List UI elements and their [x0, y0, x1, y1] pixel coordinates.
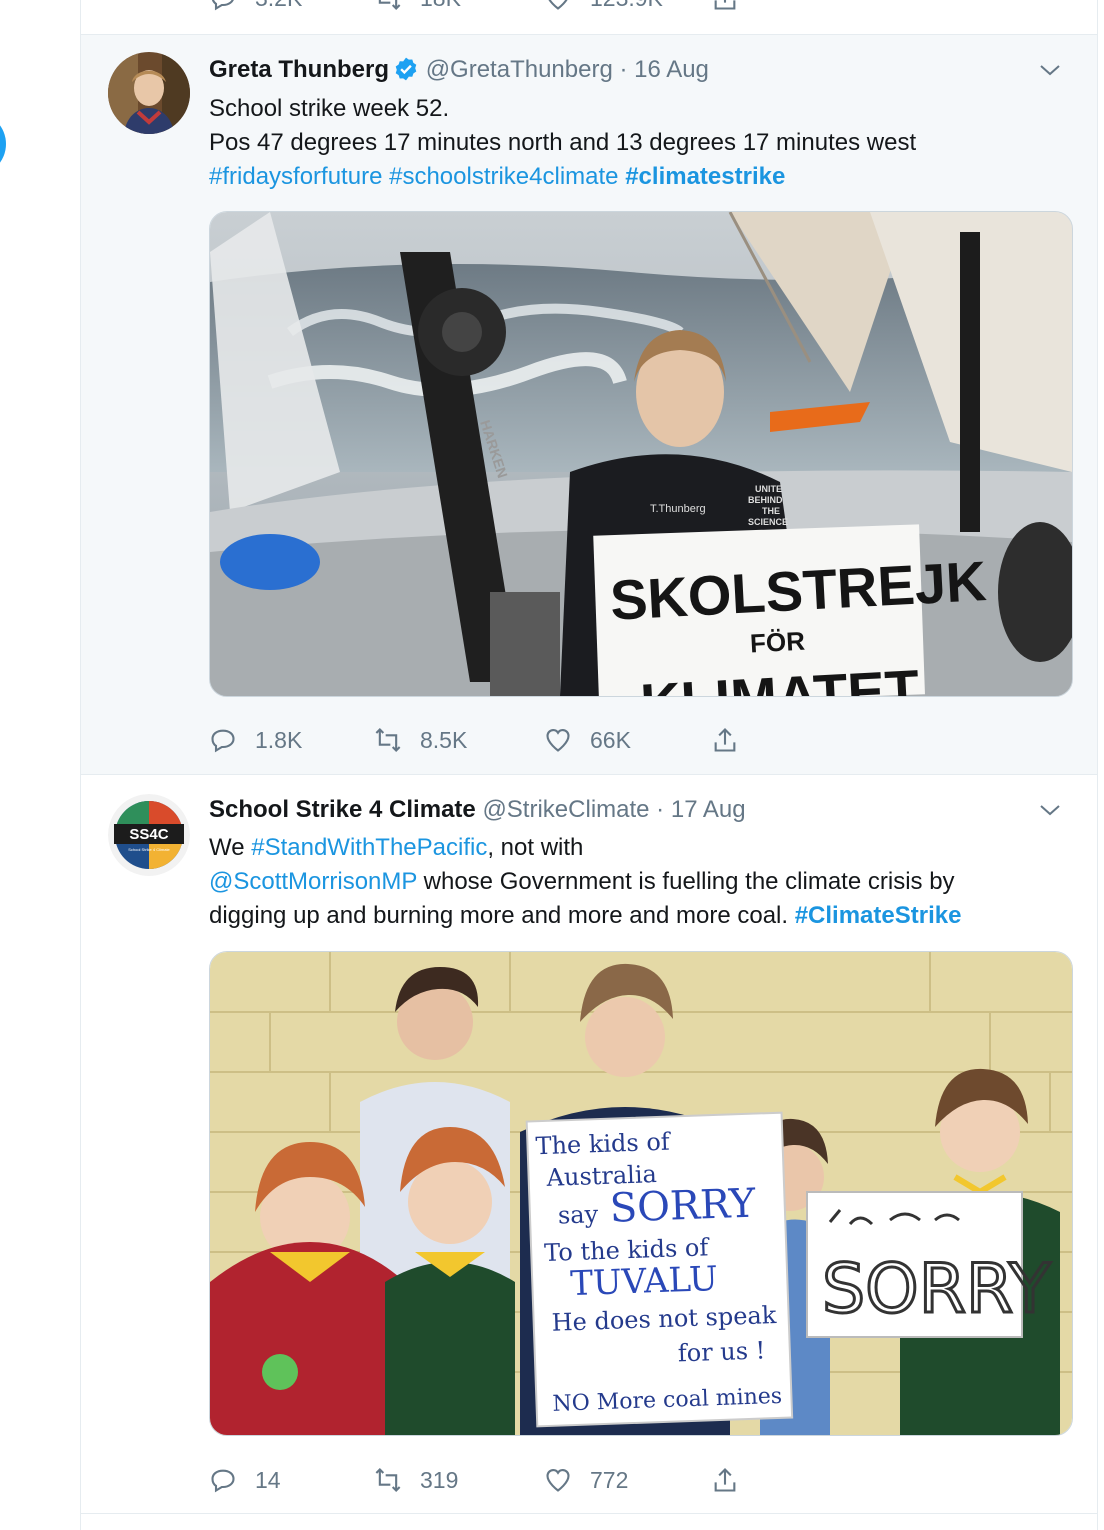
jacket-name-text: T.Thunberg	[650, 503, 706, 515]
tweet-text-line-1: School strike week 52.	[209, 95, 450, 122]
avatar-ss4c[interactable]: SS4C School Strike 4 Climate	[108, 794, 190, 876]
sign1-line-1: The kids of	[535, 1128, 672, 1161]
hashtag-climatestrike[interactable]: #climatestrike	[625, 163, 785, 190]
reply-button[interactable]: 14	[209, 1460, 281, 1500]
reply-button[interactable]: 3.2K	[209, 0, 302, 18]
hashtag-schoolstrike4climate[interactable]: #schoolstrike4climate	[389, 163, 618, 190]
previous-tweet-action-bar: 3.2K 18K 123.9K	[209, 0, 769, 18]
avatar-logo-text: SS4C	[129, 826, 168, 843]
text-rest-1: whose Government is fuelling the climate…	[416, 868, 955, 895]
kids-photo: The kids of Australia say SORRY To the k…	[210, 952, 1072, 1435]
handle[interactable]: @StrikeClimate	[482, 796, 649, 823]
tweet-header: School Strike 4 Climate @StrikeClimate ·…	[209, 796, 1077, 826]
reply-count: 3.2K	[255, 0, 302, 12]
share-icon	[714, 0, 736, 10]
retweet-button[interactable]: 8.5K	[374, 720, 467, 760]
previous-tweet-actions: 3.2K 18K 123.9K	[81, 0, 1097, 35]
separator-dot: ·	[656, 796, 665, 823]
avatar-greta-image	[108, 52, 190, 134]
reply-icon	[211, 729, 235, 753]
tweet-photo-kids[interactable]: The kids of Australia say SORRY To the k…	[209, 951, 1073, 1436]
display-name[interactable]: School Strike 4 Climate	[209, 796, 476, 823]
like-button[interactable]: 772	[544, 1460, 628, 1500]
like-icon	[546, 1469, 570, 1492]
avatar-logo-subtext: School Strike 4 Climate	[128, 847, 170, 852]
share-button[interactable]	[711, 720, 757, 760]
chevron-down-icon[interactable]	[1039, 803, 1061, 817]
tweet-date[interactable]: 17 Aug	[671, 796, 746, 823]
sign2-text: SORRY	[822, 1250, 1051, 1329]
retweet-button[interactable]: 319	[374, 1460, 458, 1500]
hashtag-line: #fridaysforfuture #schoolstrike4climate …	[209, 160, 1069, 194]
like-count: 66K	[590, 726, 631, 753]
jacket-slogan-3: THE	[762, 506, 780, 516]
timeline: 3.2K 18K 123.9K	[80, 0, 1098, 1530]
sign-line-2: FÖR	[749, 626, 806, 659]
share-icon	[714, 728, 736, 752]
tweet-ss4c[interactable]: SS4C School Strike 4 Climate School Stri…	[81, 775, 1097, 1514]
retweet-icon	[378, 0, 401, 10]
chevron-down-icon[interactable]	[1039, 63, 1061, 77]
share-button[interactable]	[711, 1460, 757, 1500]
reply-count: 1.8K	[255, 726, 303, 753]
tweet-date[interactable]: 16 Aug	[634, 56, 709, 83]
reply-icon	[211, 0, 234, 11]
text-not-with: , not with	[487, 834, 584, 861]
reply-button[interactable]: 1.8K	[209, 720, 302, 760]
tweet-text: We #StandWithThePacific, not with @Scott…	[209, 831, 1069, 933]
handle[interactable]: @GretaThunberg	[426, 56, 613, 83]
retweet-icon	[375, 728, 401, 752]
like-button[interactable]: 123.9K	[544, 0, 663, 18]
reply-icon	[211, 1469, 235, 1493]
sign1-line-8: for us !	[677, 1336, 765, 1367]
text-we: We	[209, 834, 252, 861]
retweet-count: 8.5K	[420, 726, 468, 753]
sign1-line-3: say	[557, 1200, 599, 1229]
retweet-button[interactable]: 18K	[374, 0, 461, 18]
like-icon	[546, 729, 570, 752]
retweet-count: 18K	[420, 0, 461, 12]
mention-scottmorrisonmp[interactable]: @ScottMorrisonMP	[209, 868, 417, 895]
like-count: 772	[590, 1466, 629, 1493]
tweet-photo-boat[interactable]: HARKEN T.Thunberg UNITE BEHIND THE SCIEN…	[209, 211, 1073, 697]
hashtag-standwiththepacific[interactable]: #StandWithThePacific	[251, 834, 487, 861]
like-count: 123.9K	[590, 0, 663, 12]
tweet-text-line-1: We #StandWithThePacific, not with	[209, 831, 1069, 865]
share-icon	[714, 1468, 736, 1492]
display-name[interactable]: Greta Thunberg	[209, 56, 389, 83]
avatar-greta[interactable]	[108, 52, 190, 134]
separator-dot: ·	[619, 56, 628, 83]
hashtag-climatestrike[interactable]: #ClimateStrike	[795, 902, 962, 929]
tweet-greta[interactable]: Greta Thunberg @GretaThunberg · 16 Aug S…	[81, 35, 1097, 775]
like-icon	[548, 0, 568, 10]
reply-count: 14	[255, 1466, 281, 1493]
share-button[interactable]	[711, 0, 757, 18]
side-nav-button-edge[interactable]	[0, 112, 6, 176]
tweet-header: Greta Thunberg @GretaThunberg · 16 Aug	[209, 56, 1077, 86]
jacket-slogan-1: UNITE	[755, 484, 782, 494]
verified-badge-icon	[395, 57, 417, 81]
tweet-text-line-3: digging up and burning more and more and…	[209, 899, 1069, 933]
tweet-text-line-2: @ScottMorrisonMP whose Government is fue…	[209, 865, 1069, 899]
boat-photo: HARKEN T.Thunberg UNITE BEHIND THE SCIEN…	[210, 212, 1072, 696]
text-rest-2: digging up and burning more and more and…	[209, 902, 795, 929]
tweet-action-bar: 1.8K 8.5K 66K	[209, 720, 769, 760]
avatar-ss4c-logo: SS4C School Strike 4 Climate	[108, 794, 190, 876]
like-button[interactable]: 66K	[544, 720, 631, 760]
tweet-action-bar: 14 319 772	[209, 1460, 769, 1500]
tweet-text: School strike week 52. Pos 47 degrees 17…	[209, 92, 1069, 194]
tweet-text-line-2: Pos 47 degrees 17 minutes north and 13 d…	[209, 129, 917, 156]
jacket-slogan-2: BEHIND	[748, 495, 783, 505]
retweet-count: 319	[420, 1466, 459, 1493]
hashtag-fridaysforfuture[interactable]: #fridaysforfuture	[209, 163, 382, 190]
jacket-slogan-4: SCIENCE	[748, 517, 788, 527]
sign1-line-6: TUVALU	[570, 1259, 719, 1304]
retweet-icon	[375, 1468, 401, 1492]
sign1-line-4: SORRY	[609, 1181, 757, 1232]
